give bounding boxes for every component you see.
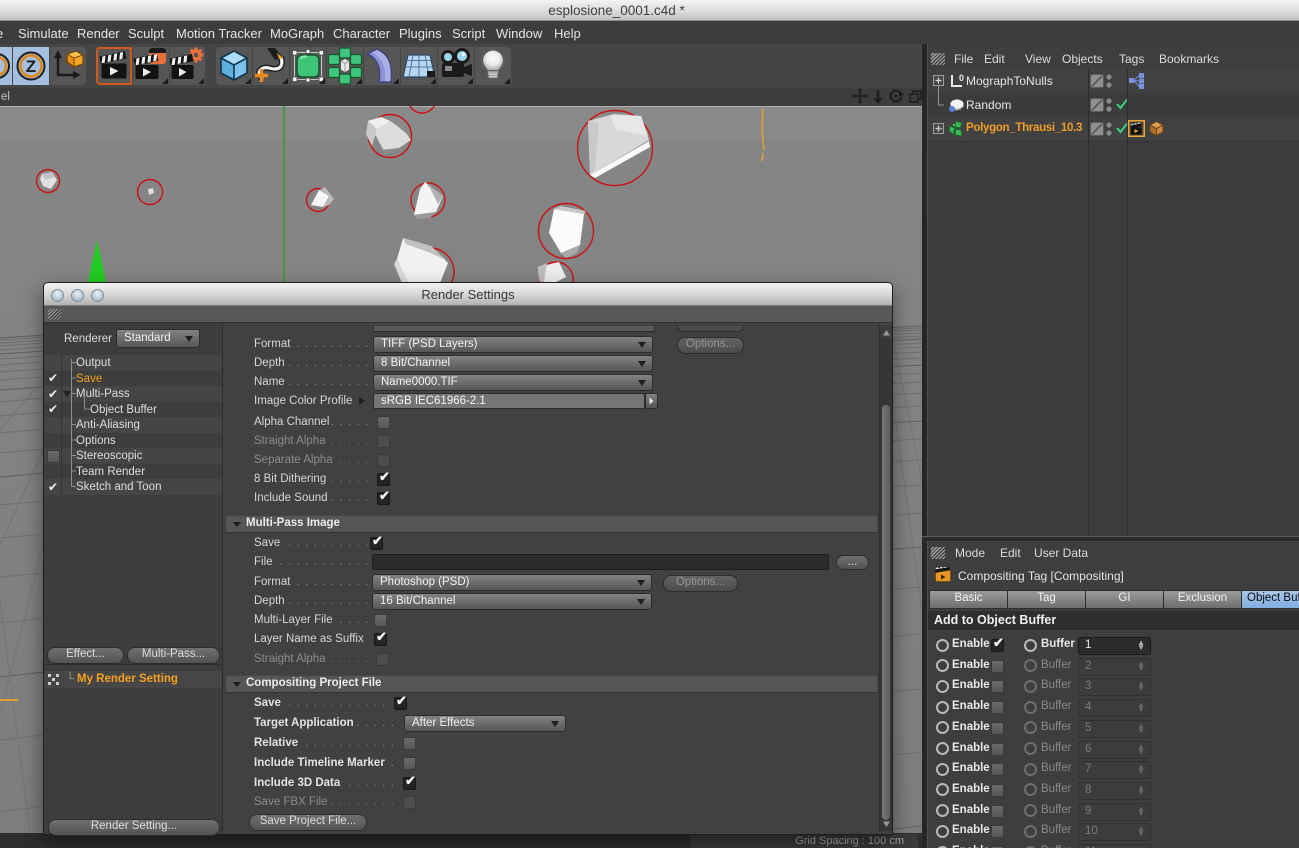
svg-text:0: 0 <box>959 73 964 83</box>
svg-text:Z: Z <box>26 57 36 76</box>
